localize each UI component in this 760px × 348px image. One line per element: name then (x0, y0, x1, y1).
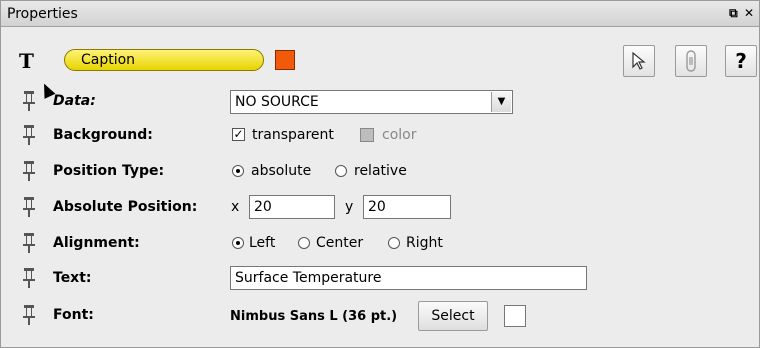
help-label: ? (735, 49, 747, 73)
pin-icon[interactable] (23, 125, 35, 145)
text-input[interactable]: Surface Temperature (230, 266, 587, 290)
font-row: Font: Nimbus Sans L (36 pt.) Select (1, 301, 759, 331)
radio-absolute[interactable] (232, 165, 244, 177)
lock-button[interactable] (675, 45, 707, 77)
y-label: y (345, 199, 354, 215)
radio-left-label: Left (249, 235, 276, 251)
font-select-label: Select (431, 308, 475, 324)
radio-right-label: Right (406, 235, 443, 251)
color-label: color (382, 127, 417, 143)
absolute-position-label: Absolute Position: (53, 199, 198, 215)
radio-absolute-label: absolute (251, 163, 312, 179)
background-label: Background: (53, 127, 153, 143)
pointer-button[interactable] (623, 45, 655, 77)
help-button[interactable]: ? (725, 45, 757, 77)
background-color-swatch (360, 128, 374, 142)
properties-panel: Properties ⧉ ✕ T Caption ? Data: NO SOUR… (0, 0, 760, 348)
font-select-button[interactable]: Select (418, 301, 488, 331)
font-label: Font: (53, 307, 94, 323)
data-label: Data: (53, 93, 96, 109)
y-position-input[interactable]: 20 (363, 195, 451, 219)
caption-color-swatch[interactable] (275, 50, 295, 70)
window-title: Properties (7, 6, 78, 22)
pin-icon[interactable] (23, 268, 35, 288)
pin-icon[interactable] (23, 305, 35, 325)
transparent-label: transparent (252, 127, 334, 143)
pin-icon[interactable] (23, 233, 35, 253)
close-icon[interactable]: ✕ (744, 6, 755, 20)
titlebar: Properties ⧉ ✕ (1, 1, 759, 27)
text-row: Text: Surface Temperature (1, 264, 759, 294)
radio-center[interactable] (298, 237, 310, 249)
radio-relative-label: relative (354, 163, 407, 179)
alignment-row: Alignment: Left Center Right (1, 229, 759, 259)
radio-relative[interactable] (335, 165, 347, 177)
position-type-label: Position Type: (53, 163, 165, 179)
font-value: Nimbus Sans L (36 pt.) (230, 309, 398, 324)
x-position-input[interactable]: 20 (249, 195, 335, 219)
radio-right[interactable] (388, 237, 400, 249)
data-source-select[interactable]: NO SOURCE ▼ (230, 90, 513, 114)
y-position-value: 20 (368, 199, 386, 215)
data-source-value: NO SOURCE (235, 94, 319, 110)
pin-icon[interactable] (23, 197, 35, 217)
pin-icon[interactable] (23, 161, 35, 181)
position-type-row: Position Type: absolute relative (1, 157, 759, 187)
text-type-icon: T (19, 49, 34, 73)
font-color-swatch[interactable] (504, 305, 526, 327)
radio-left[interactable] (232, 237, 244, 249)
alignment-label: Alignment: (53, 235, 140, 251)
window-controls: ⧉ ✕ (729, 6, 755, 21)
lock-icon (686, 50, 696, 72)
background-row: Background: ✓ transparent color (1, 121, 759, 151)
x-position-value: 20 (254, 199, 272, 215)
float-icon[interactable]: ⧉ (729, 6, 739, 21)
radio-center-label: Center (316, 235, 364, 251)
transparent-checkbox[interactable]: ✓ (232, 128, 245, 141)
data-row: Data: NO SOURCE ▼ (1, 87, 759, 117)
chevron-down-icon[interactable]: ▼ (491, 92, 511, 112)
x-label: x (231, 199, 240, 215)
pointer-icon (632, 51, 646, 70)
text-label: Text: (53, 270, 92, 286)
text-value: Surface Temperature (235, 270, 382, 286)
absolute-position-row: Absolute Position: x 20 y 20 (1, 193, 759, 223)
pin-icon[interactable] (23, 91, 35, 111)
caption-name-pill[interactable]: Caption (64, 49, 264, 71)
caption-label: Caption (81, 52, 136, 68)
